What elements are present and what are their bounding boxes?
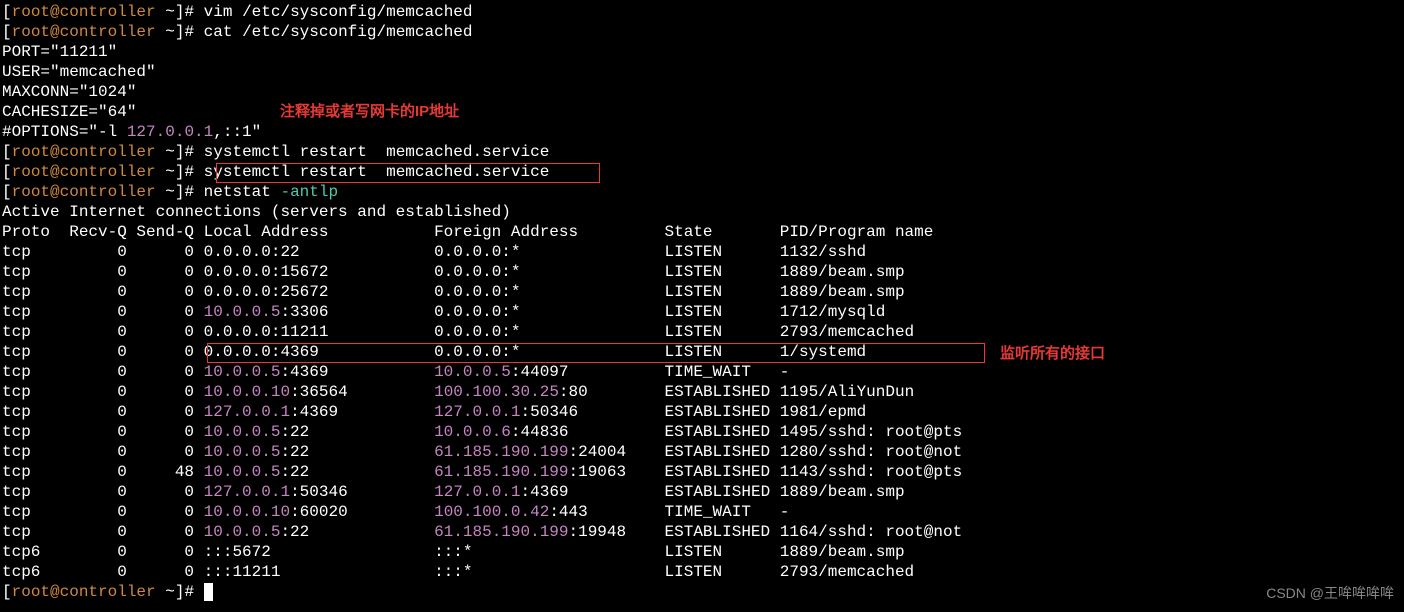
- netstat-row: tcp 0 0 10.0.0.5:4369 10.0.0.5:44097 TIM…: [2, 362, 1402, 382]
- netstat-table: Proto Recv-Q Send-Q Local Address Foreig…: [2, 222, 1402, 582]
- netstat-row: tcp 0 0 0.0.0.0:22 0.0.0.0:* LISTEN 1132…: [2, 242, 1402, 262]
- netstat-row: tcp 0 48 10.0.0.5:22 61.185.190.199:1906…: [2, 462, 1402, 482]
- cursor-icon: [204, 583, 213, 601]
- prompt-line: [root@controller ~]# systemctl restart m…: [2, 142, 1402, 162]
- annotation-listen: 监听所有的接口: [1000, 345, 1105, 364]
- config-line: MAXCONN="1024": [2, 82, 1402, 102]
- config-line: USER="memcached": [2, 62, 1402, 82]
- netstat-row: tcp6 0 0 :::11211 :::* LISTEN 2793/memca…: [2, 562, 1402, 582]
- prompt-line: [root@controller ~]# systemctl restart m…: [2, 162, 1402, 182]
- netstat-row: tcp 0 0 0.0.0.0:25672 0.0.0.0:* LISTEN 1…: [2, 282, 1402, 302]
- options-line: #OPTIONS="-l 127.0.0.1,::1": [2, 122, 1402, 142]
- netstat-row: tcp6 0 0 :::5672 :::* LISTEN 1889/beam.s…: [2, 542, 1402, 562]
- netstat-row: tcp 0 0 10.0.0.5:22 61.185.190.199:19948…: [2, 522, 1402, 542]
- netstat-row: tcp 0 0 127.0.0.1:4369 127.0.0.1:50346 E…: [2, 402, 1402, 422]
- netstat-row: tcp 0 0 10.0.0.5:22 61.185.190.199:24004…: [2, 442, 1402, 462]
- final-prompt[interactable]: [root@controller ~]#: [2, 582, 1402, 602]
- netstat-header: Active Internet connections (servers and…: [2, 202, 1402, 222]
- netstat-row: tcp 0 0 0.0.0.0:11211 0.0.0.0:* LISTEN 2…: [2, 322, 1402, 342]
- prompt-line: [root@controller ~]# netstat -antlp: [2, 182, 1402, 202]
- netstat-row: tcp 0 0 10.0.0.5:22 10.0.0.6:44836 ESTAB…: [2, 422, 1402, 442]
- netstat-row: tcp 0 0 0.0.0.0:15672 0.0.0.0:* LISTEN 1…: [2, 262, 1402, 282]
- watermark: CSDN @王哞哞哞哞: [1266, 585, 1394, 603]
- netstat-row: tcp 0 0 10.0.0.5:3306 0.0.0.0:* LISTEN 1…: [2, 302, 1402, 322]
- config-line: PORT="11211": [2, 42, 1402, 62]
- annotation-comment: 注释掉或者写网卡的IP地址: [280, 103, 459, 122]
- config-line: CACHESIZE="64": [2, 102, 1402, 122]
- netstat-row: tcp 0 0 10.0.0.10:36564 100.100.30.25:80…: [2, 382, 1402, 402]
- netstat-row: tcp 0 0 10.0.0.10:60020 100.100.0.42:443…: [2, 502, 1402, 522]
- prompt-line: [root@controller ~]# vim /etc/sysconfig/…: [2, 2, 1402, 22]
- terminal-output: [root@controller ~]# vim /etc/sysconfig/…: [2, 2, 1402, 602]
- netstat-row: tcp 0 0 127.0.0.1:50346 127.0.0.1:4369 E…: [2, 482, 1402, 502]
- netstat-row: tcp 0 0 0.0.0.0:4369 0.0.0.0:* LISTEN 1/…: [2, 342, 1402, 362]
- prompt-line: [root@controller ~]# cat /etc/sysconfig/…: [2, 22, 1402, 42]
- netstat-columns: Proto Recv-Q Send-Q Local Address Foreig…: [2, 222, 1402, 242]
